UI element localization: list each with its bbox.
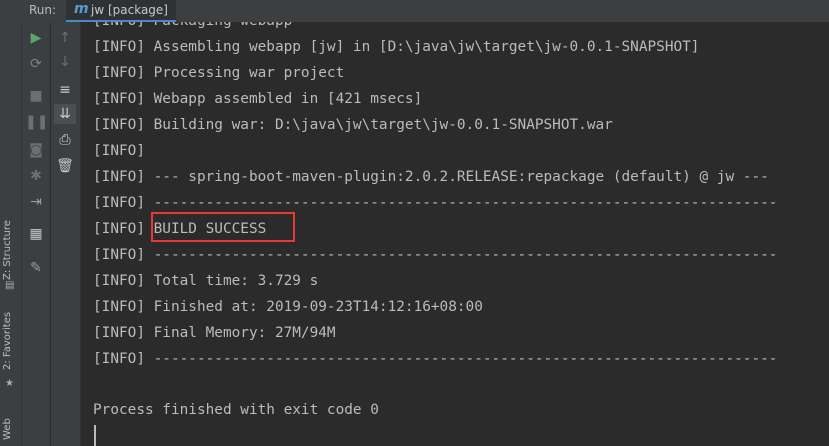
up-arrow-icon[interactable]: ↑: [54, 28, 76, 48]
console-line: [INFO] ---------------------------------…: [93, 247, 778, 263]
layout-icon[interactable]: ▦: [25, 224, 47, 244]
maven-m-icon: m: [74, 1, 89, 17]
console-output[interactable]: [INFO] Packaging webapp [INFO] Assemblin…: [81, 22, 829, 446]
run-icon[interactable]: ▶: [25, 28, 47, 48]
console-line: [INFO] Assembling webapp [jw] in [D:\jav…: [93, 39, 700, 55]
exit-icon[interactable]: ⇥: [25, 192, 47, 212]
down-arrow-icon[interactable]: ↓: [54, 52, 76, 72]
rerun-icon[interactable]: ⟳: [25, 54, 47, 74]
console-line: [INFO] ---------------------------------…: [93, 351, 778, 367]
console-line: [INFO] Building war: D:\java\jw\target\j…: [93, 117, 613, 133]
tab-jw-package[interactable]: m jw [package]: [66, 0, 176, 22]
console-line: [INFO] --- spring-boot-maven-plugin:2.0.…: [93, 169, 769, 185]
structure-icon: ▤: [5, 280, 15, 291]
soft-wrap-icon[interactable]: ≡: [54, 80, 76, 100]
console-line: [INFO]: [93, 143, 145, 159]
side-tab-structure[interactable]: Z: Structure: [2, 220, 13, 280]
side-tab-web[interactable]: Web: [2, 418, 13, 440]
tab-title: jw [package]: [91, 3, 168, 17]
console-line: [INFO] Finished at: 2019-09-23T14:12:16+…: [93, 299, 483, 315]
console-line: [INFO] Webapp assembled in [421 msecs]: [93, 91, 423, 107]
stop-icon[interactable]: ■: [25, 86, 47, 106]
console-line: [INFO] Packaging webapp: [93, 22, 777, 34]
camera-icon[interactable]: ◙: [25, 140, 47, 160]
run-label: Run:: [29, 3, 57, 17]
run-tool-window-header: Run: m jw [package]: [0, 0, 829, 23]
star-icon: ★: [5, 378, 14, 389]
text-caret: [94, 425, 96, 446]
console-line: [INFO] Total time: 3.729 s: [93, 273, 319, 289]
console-line: [INFO] Processing war project: [93, 65, 345, 81]
console-line: [INFO] Final Memory: 27M/94M: [93, 325, 336, 341]
pause-icon[interactable]: ❚❚: [25, 112, 48, 132]
debug-icon[interactable]: ✱: [25, 166, 47, 186]
print-icon[interactable]: ⎙: [54, 130, 76, 150]
run-toolbar-primary: ▶ ⟳ ■ ❚❚ ◙ ✱ ⇥ ▦ ✎: [22, 22, 50, 446]
side-tool-strip: Z: Structure ▤ 2: Favorites ★ Web: [0, 22, 22, 446]
trash-icon[interactable]: 🗑: [54, 156, 76, 176]
exit-message: Process finished with exit code 0: [93, 402, 379, 418]
run-toolbar-secondary: ↑ ↓ ≡ ⇊ ⎙ 🗑: [51, 22, 81, 446]
build-success-highlight: [151, 212, 295, 242]
scroll-to-end-icon[interactable]: ⇊: [54, 104, 76, 124]
pin-icon[interactable]: ✎: [25, 258, 47, 278]
console-lines: [INFO] Packaging webapp [INFO] Assemblin…: [93, 22, 777, 372]
side-tab-favorites[interactable]: 2: Favorites: [2, 312, 13, 370]
